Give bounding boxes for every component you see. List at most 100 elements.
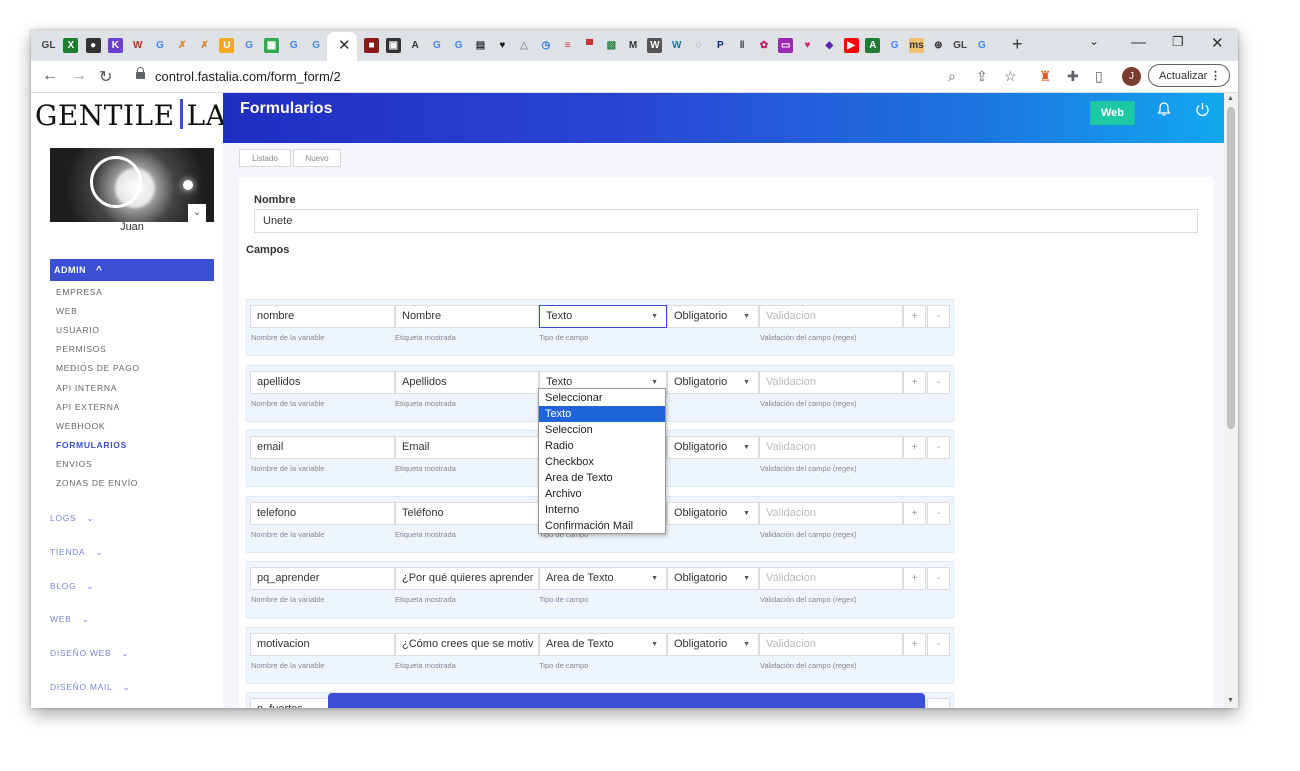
required-select[interactable]: Obligatorio ▼ bbox=[667, 305, 759, 328]
remove-field-button[interactable]: - bbox=[927, 567, 950, 590]
tab-favicon-icon[interactable]: G bbox=[887, 38, 903, 53]
bookmark-star-icon[interactable]: ☆ bbox=[1004, 68, 1017, 85]
tab-favicon-icon[interactable]: ✗ bbox=[197, 38, 213, 53]
label-input[interactable]: Apellidos bbox=[395, 370, 539, 394]
validation-input[interactable]: Validacion bbox=[759, 436, 903, 459]
tab-favicon-icon[interactable]: ▣ bbox=[385, 38, 401, 53]
tab-favicon-icon[interactable]: GL bbox=[952, 38, 968, 53]
variable-input[interactable]: pq_aprender bbox=[250, 567, 395, 590]
tab-favicon-icon[interactable]: ■ bbox=[364, 38, 379, 53]
variable-input[interactable]: email bbox=[250, 436, 395, 459]
tab-favicon-icon[interactable]: △ bbox=[516, 38, 532, 53]
remove-field-button[interactable]: - bbox=[927, 436, 950, 459]
required-select[interactable]: Obligatorio ▼ bbox=[667, 567, 759, 590]
variable-input[interactable]: telefono bbox=[250, 501, 395, 525]
restore-icon[interactable]: ❐ bbox=[1172, 34, 1184, 50]
forward-icon[interactable]: → bbox=[71, 67, 87, 85]
tab-favicon-icon[interactable]: W bbox=[669, 38, 685, 53]
variable-input[interactable]: apellidos bbox=[250, 370, 395, 394]
label-input[interactable]: ¿Cómo crees que se motiv bbox=[395, 632, 539, 656]
profile-avatar[interactable]: J bbox=[1122, 67, 1141, 86]
sidebar-group[interactable]: DISEÑO MAIL ⌄ bbox=[50, 682, 131, 693]
sidebar-item[interactable]: WEBHOOK bbox=[56, 421, 105, 431]
label-input[interactable]: Nombre bbox=[395, 305, 539, 328]
tab-search-icon[interactable]: ⌄ bbox=[1089, 34, 1099, 48]
add-field-button[interactable]: + bbox=[903, 305, 926, 328]
reload-icon[interactable]: ↻ bbox=[99, 67, 112, 87]
dropdown-option[interactable]: Seleccionar bbox=[539, 390, 665, 406]
power-icon[interactable] bbox=[1195, 102, 1210, 117]
tab-favicon-icon[interactable]: M bbox=[625, 38, 641, 53]
close-tab-icon[interactable]: ✕ bbox=[338, 36, 351, 54]
validation-input[interactable]: Validacion bbox=[759, 370, 903, 394]
dropdown-option[interactable]: Archivo bbox=[539, 486, 665, 502]
add-field-button[interactable]: + bbox=[903, 632, 926, 656]
dropdown-option[interactable]: Interno bbox=[539, 502, 665, 518]
variable-input[interactable]: motivacion bbox=[250, 632, 395, 656]
tab-favicon-icon[interactable]: ⊛ bbox=[930, 38, 946, 53]
update-button[interactable]: Actualizar ⋮ bbox=[1148, 64, 1230, 87]
sidebar-item[interactable]: USUARIO bbox=[56, 325, 100, 335]
sidebar-item[interactable]: ENVIOS bbox=[56, 459, 92, 469]
label-input[interactable]: ¿Por qué quieres aprender bbox=[395, 567, 539, 590]
validation-input[interactable]: Validacion bbox=[759, 305, 903, 328]
type-select[interactable]: Area de Texto ▼ bbox=[539, 567, 667, 590]
new-tab-icon[interactable]: + bbox=[1012, 34, 1023, 55]
list-button[interactable]: Listado bbox=[239, 149, 291, 167]
zoom-icon[interactable]: ⌕ bbox=[948, 68, 956, 85]
required-select[interactable]: Obligatorio ▼ bbox=[667, 632, 759, 656]
dropdown-option[interactable]: Texto bbox=[539, 406, 665, 422]
sidebar-item[interactable]: API EXTERNA bbox=[56, 402, 120, 412]
remove-field-button[interactable]: - bbox=[927, 305, 950, 328]
extension-icon[interactable]: ♜ bbox=[1039, 68, 1052, 85]
tab-favicon-icon[interactable]: G bbox=[286, 38, 302, 53]
type-select[interactable]: Area de Texto ▼ bbox=[539, 632, 667, 656]
bell-icon[interactable] bbox=[1157, 102, 1171, 116]
share-icon[interactable]: ⇪ bbox=[976, 68, 988, 85]
add-field-button[interactable]: + bbox=[903, 501, 926, 525]
variable-input[interactable]: nombre bbox=[250, 305, 395, 328]
tab-favicon-icon[interactable]: A bbox=[407, 38, 423, 53]
form-name-input[interactable]: Unete bbox=[254, 209, 1198, 233]
tab-favicon-icon[interactable]: ● bbox=[85, 38, 101, 53]
validation-input[interactable]: Validacion bbox=[759, 501, 903, 525]
sidebar-group[interactable]: TIENDA ⌄ bbox=[50, 547, 104, 558]
tab-favicon-icon[interactable]: U bbox=[219, 38, 235, 53]
user-menu-chevron-icon[interactable]: ⌄ bbox=[188, 204, 206, 222]
scrollbar[interactable]: ▲ ▼ bbox=[1224, 93, 1238, 708]
tab-favicon-icon[interactable]: ◆ bbox=[821, 38, 837, 53]
scroll-up-icon[interactable]: ▲ bbox=[1227, 95, 1234, 102]
required-select[interactable]: Obligatorio ▼ bbox=[667, 370, 759, 394]
sidebar-group[interactable]: DISEÑO WEB ⌄ bbox=[50, 648, 130, 659]
back-icon[interactable]: ← bbox=[42, 67, 58, 85]
tab-favicon-icon[interactable]: ✗ bbox=[174, 38, 190, 53]
url-field[interactable]: control.fastalia.com/form_form/2 bbox=[131, 67, 945, 87]
web-button[interactable]: Web bbox=[1090, 101, 1135, 125]
sidebar-group[interactable]: LOGS ⌄ bbox=[50, 513, 95, 524]
tab-favicon-icon[interactable]: G bbox=[451, 38, 467, 53]
puzzle-icon[interactable]: ✚ bbox=[1067, 68, 1079, 85]
sidebar-group[interactable]: WEB ⌄ bbox=[50, 614, 90, 625]
tab-favicon-icon[interactable]: W bbox=[647, 38, 663, 53]
type-select[interactable]: Texto ▼ bbox=[539, 305, 667, 328]
dropdown-option[interactable]: Area de Texto bbox=[539, 470, 665, 486]
tab-favicon-icon[interactable]: ◌ bbox=[691, 38, 706, 53]
window-close-icon[interactable]: ✕ bbox=[1211, 34, 1224, 52]
tab-favicon-icon[interactable]: ▶ bbox=[843, 38, 859, 53]
tab-favicon-icon[interactable]: ≡ bbox=[560, 38, 576, 53]
sidebar-admin-header[interactable]: ADMIN ^ bbox=[50, 259, 214, 281]
tab-favicon-icon[interactable]: X bbox=[63, 38, 79, 53]
tab-favicon-icon[interactable]: ♥ bbox=[494, 38, 510, 53]
new-button[interactable]: Nuevo bbox=[293, 149, 341, 167]
tab-favicon-icon[interactable]: G bbox=[429, 38, 445, 53]
field-type-dropdown[interactable]: Seleccionar Texto Seleccion Radio Checkbox Ar… bbox=[538, 388, 666, 534]
remove-field-button[interactable]: - bbox=[927, 632, 950, 656]
sidebar-item[interactable]: ZONAS DE ENVÍO bbox=[56, 478, 138, 488]
side-panel-icon[interactable]: ▯ bbox=[1095, 68, 1103, 85]
add-field-button[interactable]: + bbox=[903, 370, 926, 394]
tab-favicon-icon[interactable]: A bbox=[865, 38, 881, 53]
tab-favicon-icon[interactable]: ms bbox=[909, 38, 924, 53]
validation-input[interactable]: Validacion bbox=[759, 632, 903, 656]
bottom-bar[interactable] bbox=[328, 693, 925, 708]
remove-field-button[interactable]: - bbox=[927, 501, 950, 525]
